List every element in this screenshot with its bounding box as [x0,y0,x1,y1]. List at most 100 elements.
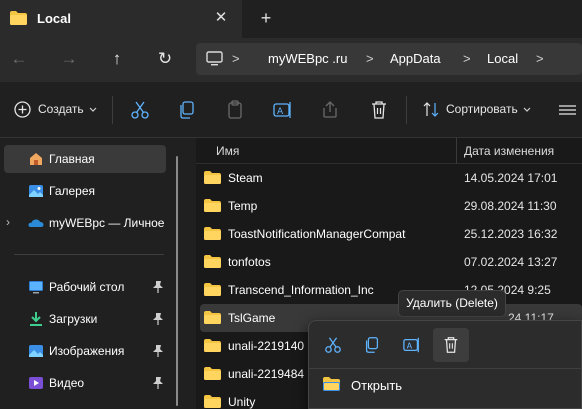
sidebar-item-gallery[interactable]: Галерея [4,177,166,205]
refresh-icon[interactable]: ↻ [154,48,176,70]
folder-icon [204,283,221,296]
copy-icon[interactable] [178,99,196,121]
delete-icon [444,337,458,353]
tab-local[interactable]: Local ✕ [0,0,242,38]
sidebar-item-label: Главная [49,152,95,166]
desktop-icon [29,281,43,294]
create-label: Создать [38,102,84,116]
context-rename-button[interactable]: A [393,328,429,362]
context-cut-button[interactable] [315,328,351,362]
file-name: unali-2219484 [228,367,305,381]
file-name: Transcend_Information_Inc [228,283,374,297]
sidebar-item-desktop[interactable]: Рабочий стол [4,273,166,301]
command-bar: Создать A Сортировать [0,82,582,138]
new-tab-icon[interactable]: + [256,8,276,28]
share-icon[interactable] [321,99,339,121]
plus-circle-icon [14,101,31,118]
context-divider [309,368,582,369]
file-name: tonfotos [228,255,271,269]
cut-icon[interactable] [131,99,149,121]
sidebar-item-pictures[interactable]: Изображения [4,337,166,365]
sidebar-item-label: Изображения [49,344,125,358]
sidebar-divider [14,254,164,255]
cut-icon [325,337,341,353]
pin-icon[interactable] [152,344,164,358]
rename-icon: A [403,337,419,353]
file-date: 14.05.2024 17:01 [464,171,558,185]
context-delete-button[interactable] [433,328,469,362]
pin-icon[interactable] [152,280,164,294]
file-name: ToastNotificationManagerCompat [228,227,406,241]
folder-icon [204,311,221,324]
chevron-down-icon [523,107,531,112]
context-copy-button[interactable] [354,328,390,362]
paste-icon[interactable] [226,99,244,121]
breadcrumb-local[interactable]: Local [487,51,518,66]
home-icon [30,153,42,165]
pin-icon[interactable] [152,376,164,390]
column-header: Имя Дата изменения [196,138,582,164]
column-date-modified[interactable]: Дата изменения [464,144,554,158]
sort-button[interactable]: Сортировать [422,99,542,121]
sidebar-scrollbar[interactable] [176,156,178,406]
address-bar[interactable]: > myWEBpc .ru > AppData > Local > [196,43,582,75]
up-arrow-icon[interactable]: ↑ [106,48,128,70]
folder-icon [204,395,221,408]
file-date: 29.08.2024 11:30 [464,199,557,213]
title-bar: Local ✕ + [0,0,582,38]
breadcrumb-mywebpc[interactable]: myWEBpc .ru [268,51,347,66]
pictures-icon [29,345,43,357]
table-row[interactable]: Temp 29.08.2024 11:30 [200,192,582,220]
sidebar-item-label: Загрузки [49,312,98,326]
downloads-icon [30,312,42,326]
breadcrumb-separator: > [366,51,374,66]
folder-open-icon [323,377,340,391]
file-date: 25.12.2023 16:32 [464,227,558,241]
view-options-icon[interactable] [558,99,576,121]
sidebar-item-videos[interactable]: Видео [4,369,166,397]
delete-tooltip: Удалить (Delete) [398,290,506,317]
folder-icon [204,255,221,268]
sidebar-item-label: Видео [49,376,85,390]
context-open-item[interactable]: Открыть [351,378,402,393]
table-row[interactable]: Steam 14.05.2024 17:01 [200,164,582,192]
file-name: unali-2219140 [228,339,305,353]
table-row[interactable]: tonfotos 07.02.2024 13:27 [200,248,582,276]
divider [112,96,113,124]
context-menu: A Открыть [308,320,582,409]
videos-icon [29,377,43,389]
svg-text:A: A [407,341,413,351]
column-divider[interactable] [456,138,457,164]
pin-icon[interactable] [152,312,164,326]
sort-label: Сортировать [446,102,518,116]
file-date: 07.02.2024 13:27 [464,255,558,269]
tab-title: Local [37,11,71,26]
navigation-pane: Главная Галерея › myWEBpc — Личное Рабоч… [0,138,196,409]
rename-icon[interactable]: A [273,99,293,121]
forward-arrow-icon[interactable]: → [58,48,80,70]
svg-text:A: A [277,107,284,117]
folder-icon [10,11,27,25]
breadcrumb-separator: > [463,51,471,66]
breadcrumb-appdata[interactable]: AppData [390,51,441,66]
sidebar-item-home[interactable]: Главная [4,145,166,173]
sidebar-item-onedrive[interactable]: › myWEBpc — Личное [4,209,166,237]
folder-icon [204,171,221,184]
delete-icon[interactable] [370,99,388,121]
chevron-down-icon [89,107,97,112]
monitor-icon [206,51,223,66]
column-name[interactable]: Имя [216,144,239,158]
onedrive-icon [28,219,44,227]
folder-icon [204,367,221,380]
create-button[interactable]: Создать [14,99,100,121]
expand-chevron-icon[interactable]: › [6,215,10,229]
back-arrow-icon[interactable]: ← [8,48,30,70]
gallery-icon [29,185,43,197]
close-tab-icon[interactable]: ✕ [211,8,231,28]
breadcrumb-separator: > [536,51,544,66]
table-row[interactable]: ToastNotificationManagerCompat 25.12.202… [200,220,582,248]
table-row[interactable]: Transcend_Information_Inc 12.05.2024 9:2… [200,276,582,304]
file-name: TslGame [228,311,276,325]
sidebar-item-downloads[interactable]: Загрузки [4,305,166,333]
copy-icon [365,337,379,353]
